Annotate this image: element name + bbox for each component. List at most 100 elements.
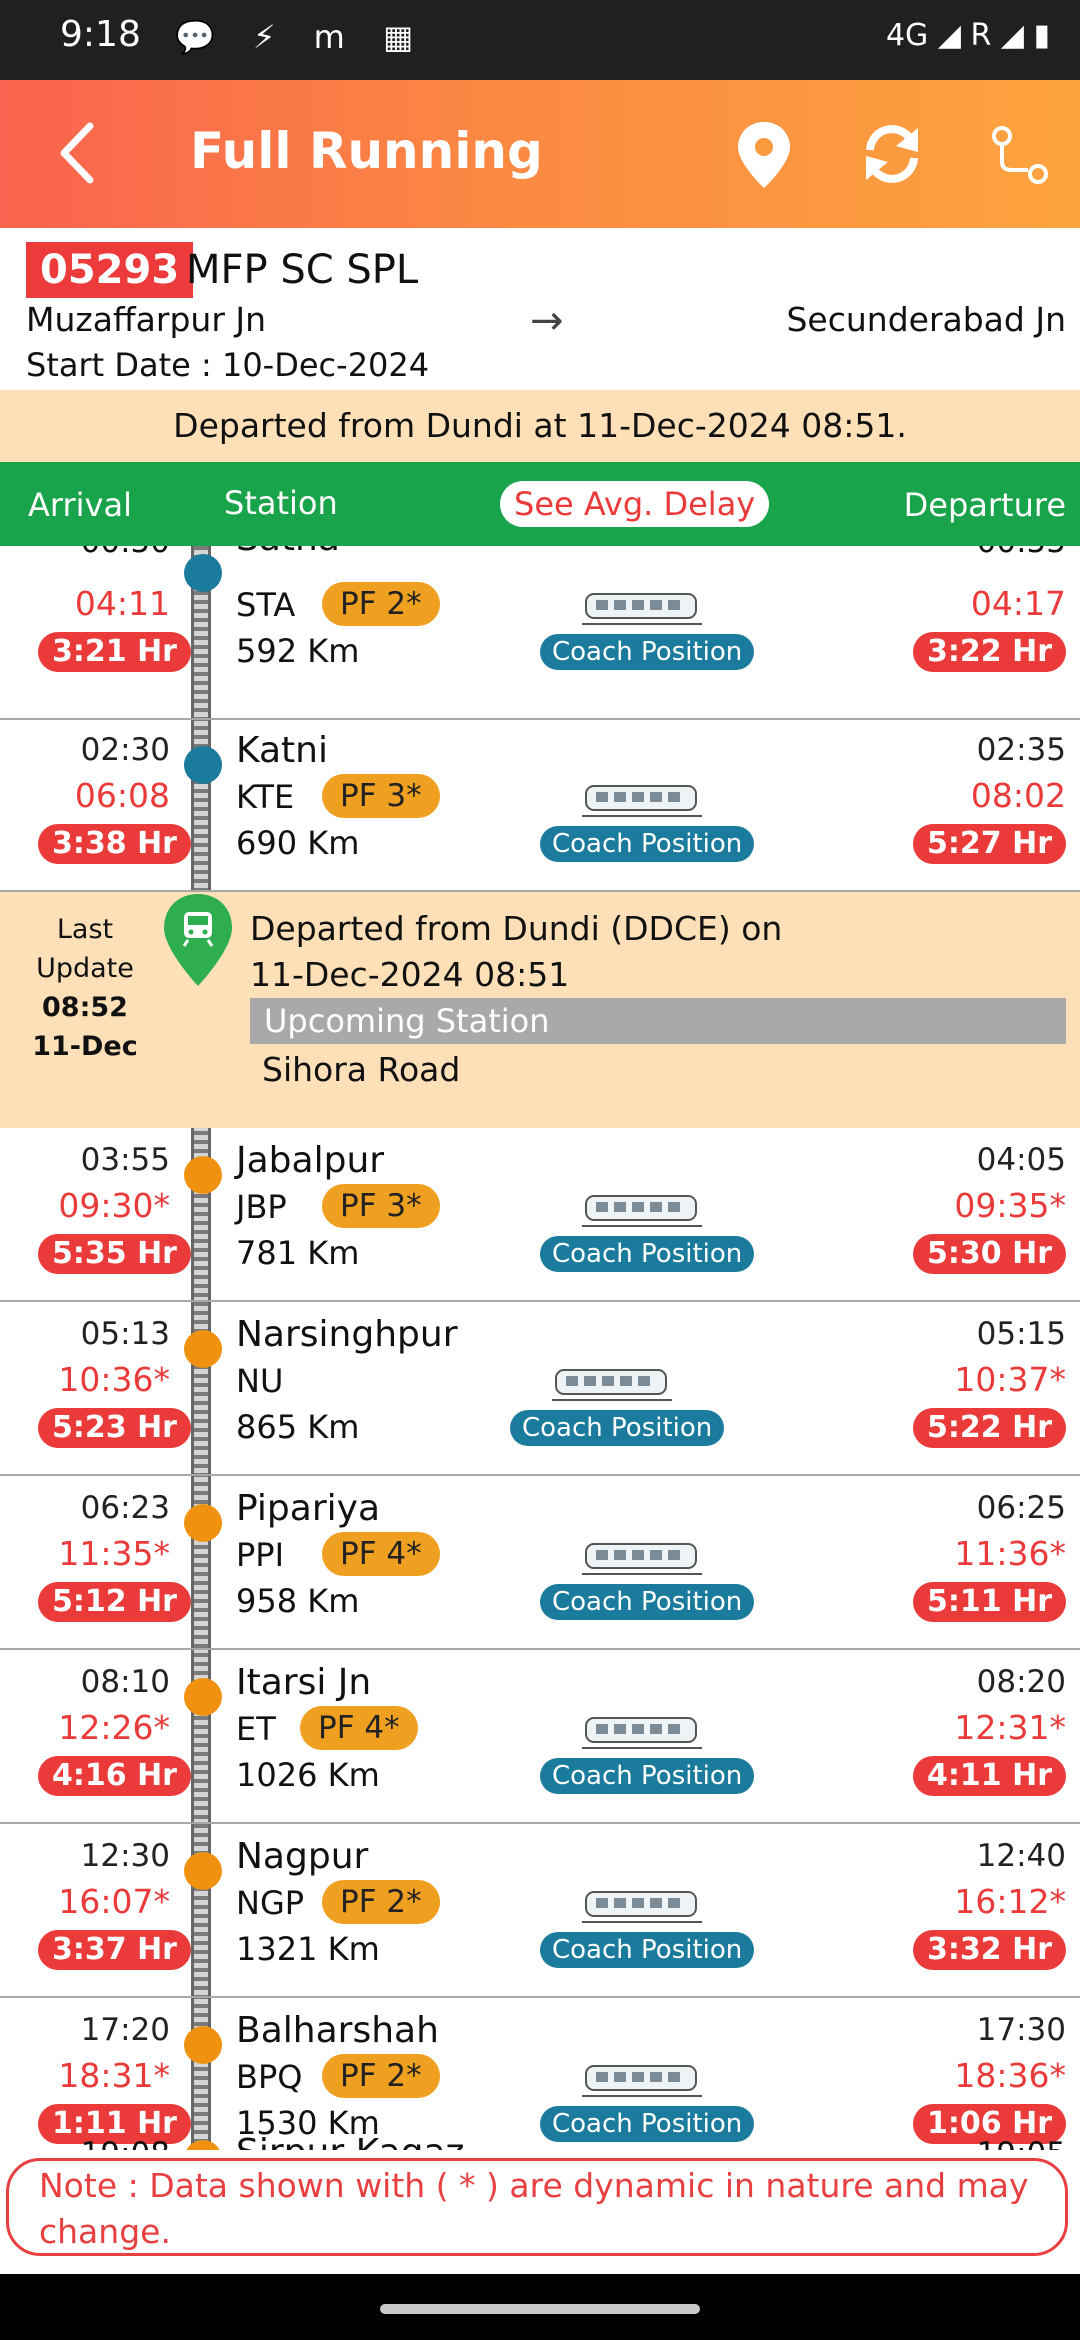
station-code: BPQ (236, 2058, 303, 2096)
scheduled-departure: 17:30 (976, 2012, 1066, 2048)
train-coach-icon (582, 780, 702, 820)
actual-arrival: 09:30* (58, 1186, 170, 1225)
station-code: JBP (236, 1188, 287, 1226)
actual-departure: 10:37* (954, 1360, 1066, 1399)
column-header: Arrival Station See Avg. Delay Departure (0, 462, 1080, 546)
actual-departure: 12:31* (954, 1708, 1066, 1747)
status-banner: Departed from Dundi at 11-Dec-2024 08:51… (0, 390, 1080, 462)
actual-arrival: 11:35* (58, 1534, 170, 1573)
coach-position-button[interactable]: Coach Position (540, 1236, 755, 1272)
actual-departure: 09:35* (954, 1186, 1066, 1225)
battery-icon: ▮ (1033, 18, 1050, 53)
arrival-delay-badge: 4:16 Hr (38, 1756, 191, 1796)
navigation-bar (0, 2274, 1080, 2340)
train-coach-icon (582, 1538, 702, 1578)
station-distance: 1321 Km (236, 1930, 380, 1968)
coach-position-button[interactable]: Coach Position (540, 1758, 755, 1794)
station-distance: 1026 Km (236, 1756, 380, 1794)
station-row[interactable]: 02:30 06:08 3:38 Hr 02:35 08:02 5:27 Hr Katni K… (0, 718, 1080, 892)
scheduled-arrival: 05:13 (80, 1316, 170, 1352)
last-update: Last Update 08:52 11-Dec (20, 910, 150, 1066)
destination-station: Secunderabad Jn (786, 300, 1066, 339)
station-code: ET (236, 1710, 276, 1748)
station-row[interactable]: 05:13 10:36* 5:23 Hr 05:15 10:37* 5:22 Hr Nars… (0, 1302, 1080, 1476)
arrival-delay-badge: 3:38 Hr (38, 824, 191, 864)
home-handle[interactable] (380, 2304, 700, 2314)
coach-position-button[interactable]: Coach Position (540, 1932, 755, 1968)
arrival-delay-badge: 3:37 Hr (38, 1930, 191, 1970)
upcoming-station-name: Sihora Road (262, 1050, 461, 1089)
train-coach-icon (582, 2060, 702, 2100)
back-arrow-icon[interactable] (50, 118, 110, 188)
station-name[interactable]: Balharshah (236, 2010, 439, 2051)
avg-delay-button[interactable]: See Avg. Delay (500, 481, 770, 527)
station-row[interactable]: 04:11 3:21 Hr 04:17 3:22 Hr STA PF 2* 592 Km Co… (0, 546, 1080, 720)
platform-badge: PF 4* (300, 1706, 418, 1750)
station-code: PPI (236, 1536, 285, 1574)
coach-position-button[interactable]: Coach Position (540, 634, 755, 670)
station-name[interactable]: Nagpur (236, 1836, 368, 1877)
station-distance: 781 Km (236, 1234, 360, 1272)
station-distance: 958 Km (236, 1582, 360, 1620)
partial-station-bottom: 19:08 Sirpur Kagaz 19:05 (0, 2132, 1080, 2150)
departure-delay-badge: 5:11 Hr (913, 1582, 1066, 1622)
departure-delay-badge: 3:32 Hr (913, 1930, 1066, 1970)
actual-arrival: 10:36* (58, 1360, 170, 1399)
train-coach-icon (552, 1364, 672, 1404)
actual-arrival: 18:31* (58, 2056, 170, 2095)
scheduled-departure: 04:05 (976, 1142, 1066, 1178)
platform-badge: PF 4* (322, 1532, 440, 1576)
location-pin-icon[interactable] (724, 114, 804, 194)
station-distance: 865 Km (236, 1408, 360, 1446)
coach-position-button[interactable]: Coach Position (540, 1584, 755, 1620)
current-status-panel: Last Update 08:52 11-Dec Departed from Dund… (0, 892, 1080, 1128)
upcoming-station-dot (184, 1852, 222, 1890)
station-row[interactable]: 17:20 18:31* 1:11 Hr 17:30 18:36* 1:06 Hr Balh… (0, 1998, 1080, 2150)
train-name: MFP SC SPL (186, 247, 419, 293)
arrival-column-label: Arrival (28, 486, 132, 524)
actual-arrival: 12:26* (58, 1708, 170, 1747)
refresh-icon[interactable] (852, 114, 932, 194)
system-icons: 4G ◢ R ◢ ▮ (886, 18, 1050, 53)
passed-station-dot (184, 746, 222, 784)
app-icon: m (313, 18, 359, 56)
coach-position-button[interactable]: Coach Position (510, 1410, 725, 1446)
station-row[interactable]: 03:55 09:30* 5:35 Hr 04:05 09:35* 5:30 Hr Jaba… (0, 1128, 1080, 1302)
station-name[interactable]: Katni (236, 730, 328, 771)
station-name[interactable]: Itarsi Jn (236, 1662, 371, 1703)
platform-badge: PF 2* (322, 582, 440, 626)
scheduled-arrival: 06:23 (80, 1490, 170, 1526)
actual-departure: 16:12* (954, 1882, 1066, 1921)
status-bar: 9:18 💬 ⚡ m ▦ 4G ◢ R ◢ ▮ (0, 0, 1080, 80)
station-name[interactable]: Narsinghpur (236, 1314, 458, 1355)
train-coach-icon (582, 1712, 702, 1752)
arrival-delay-badge: 5:12 Hr (38, 1582, 191, 1622)
upcoming-station-dot (184, 1678, 222, 1716)
station-distance: 690 Km (236, 824, 360, 862)
station-list[interactable]: 00:50Satna00:5504:113:21 Hr04:173:22 HrS… (0, 546, 1080, 2150)
station-distance: 592 Km (236, 632, 360, 670)
station-code: NU (236, 1362, 284, 1400)
platform-badge: PF 2* (322, 1880, 440, 1924)
route-icon[interactable] (980, 114, 1060, 194)
scheduled-departure: 06:25 (976, 1490, 1066, 1526)
last-update-date: 11-Dec (32, 1031, 138, 1062)
scheduled-departure: 19:05 (977, 2136, 1066, 2150)
scheduled-arrival: 08:10 (80, 1664, 170, 1700)
station-row[interactable]: 06:23 11:35* 5:12 Hr 06:25 11:36* 5:11 Hr Pipa… (0, 1476, 1080, 1650)
notification-icons: 💬 ⚡ m ▦ (175, 18, 428, 56)
current-status-message: Departed from Dundi (DDCE) on 11-Dec-2024… (250, 906, 782, 998)
departure-delay-badge: 4:11 Hr (913, 1756, 1066, 1796)
arrival-delay-badge: 5:23 Hr (38, 1408, 191, 1448)
coach-position-button[interactable]: Coach Position (540, 826, 755, 862)
station-name[interactable]: Pipariya (236, 1488, 380, 1529)
station-name[interactable]: Jabalpur (236, 1140, 384, 1181)
train-number: 05293 (26, 242, 194, 298)
station-row[interactable]: 08:10 12:26* 4:16 Hr 08:20 12:31* 4:11 Hr Itar… (0, 1650, 1080, 1824)
network-type: 4G (885, 18, 929, 53)
station-code: KTE (236, 778, 295, 816)
arrival-delay-badge: 5:35 Hr (38, 1234, 191, 1274)
roaming-indicator: R (970, 18, 992, 53)
station-row[interactable]: 12:30 16:07* 3:37 Hr 12:40 16:12* 3:32 Hr Nagp… (0, 1824, 1080, 1998)
scheduled-departure: 05:15 (976, 1316, 1066, 1352)
